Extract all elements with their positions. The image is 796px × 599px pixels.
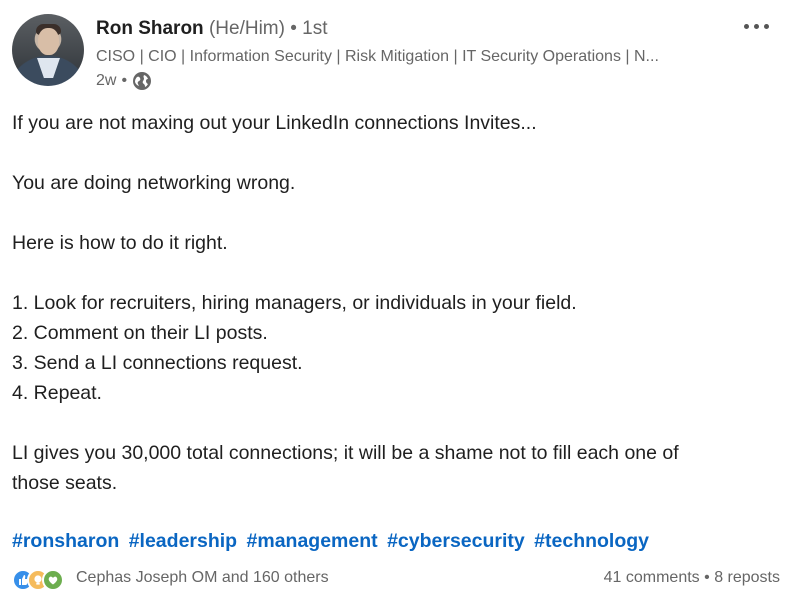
- hashtag-link[interactable]: #technology: [534, 530, 649, 552]
- separator-dot: •: [290, 18, 297, 39]
- post-line: those seats.: [12, 472, 118, 494]
- step-item: 3. Send a LI connections request.: [12, 352, 303, 374]
- author-pronouns: (He/Him): [208, 18, 285, 39]
- hashtag-list: #ronsharon #leadership #management #cybe…: [12, 526, 653, 556]
- post-header: Ron Sharon (He/Him) • 1st CISO | CIO | I…: [12, 12, 784, 92]
- post-time: 2w: [96, 72, 117, 89]
- support-icon: [42, 569, 64, 591]
- step-item: 2. Comment on their LI posts.: [12, 322, 268, 344]
- post-line: Here is how to do it right.: [12, 232, 228, 254]
- hashtag-link[interactable]: #ronsharon: [12, 530, 119, 552]
- step-item: 4. Repeat.: [12, 382, 102, 404]
- post-meta: 2w •: [96, 70, 152, 92]
- post-line: If you are not maxing out your LinkedIn …: [12, 112, 537, 134]
- social-counts-bar: Cephas Joseph OM and 160 others 41 comme…: [12, 566, 784, 594]
- author-name-line: Ron Sharon (He/Him) • 1st: [96, 17, 328, 41]
- comments-count-link[interactable]: 41 comments: [604, 569, 700, 586]
- hashtag-link[interactable]: #leadership: [129, 530, 237, 552]
- hashtag-link[interactable]: #management: [247, 530, 378, 552]
- author-name[interactable]: Ron Sharon: [96, 18, 204, 39]
- post-body: If you are not maxing out your LinkedIn …: [12, 108, 772, 498]
- engagement-counts: 41 comments • 8 reposts: [604, 569, 780, 587]
- author-avatar[interactable]: [12, 14, 84, 86]
- globe-icon: [133, 72, 152, 90]
- separator-dot: •: [704, 569, 710, 586]
- post-line: LI gives you 30,000 total connections; i…: [12, 442, 679, 464]
- connection-degree: 1st: [302, 18, 328, 39]
- hashtag-link[interactable]: #cybersecurity: [387, 530, 525, 552]
- separator-dot: •: [121, 72, 128, 89]
- post-line: You are doing networking wrong.: [12, 172, 296, 194]
- reaction-icons[interactable]: [12, 568, 64, 592]
- step-item: 1. Look for recruiters, hiring managers,…: [12, 292, 577, 314]
- more-options-button[interactable]: [738, 14, 774, 38]
- author-headline: CISO | CIO | Information Security | Risk…: [96, 48, 659, 65]
- reposts-count-link[interactable]: 8 reposts: [714, 569, 780, 586]
- reactors-text[interactable]: Cephas Joseph OM and 160 others: [76, 569, 329, 587]
- more-options-icon: [743, 23, 749, 29]
